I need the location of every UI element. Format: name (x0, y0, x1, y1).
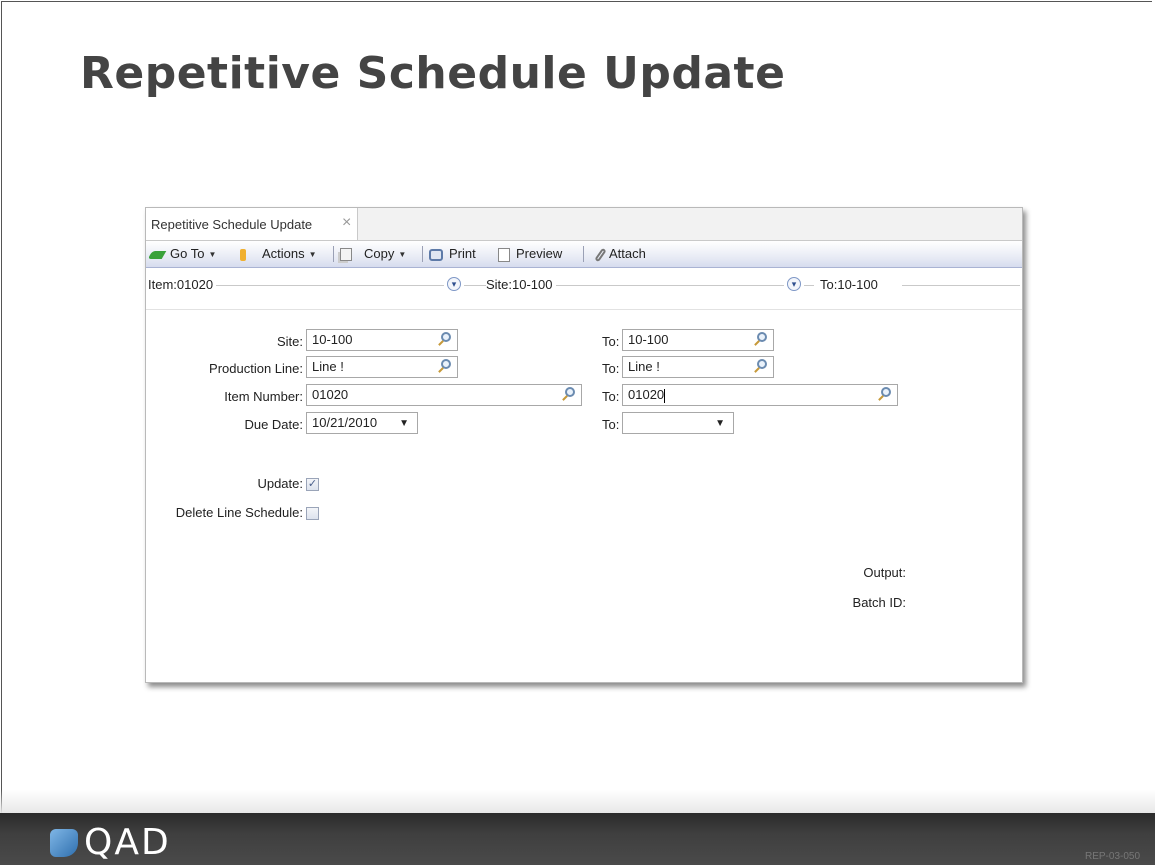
site-value: 10-100 (312, 332, 353, 347)
footer-fade (0, 790, 1155, 814)
print-button[interactable]: Print (429, 245, 476, 263)
copy-label: Copy (364, 246, 395, 261)
production-line-field[interactable]: Line ! (306, 356, 458, 378)
print-label: Print (449, 246, 476, 261)
item-number-label: Item Number: (224, 389, 303, 404)
tab-bar: Repetitive Schedule Update × (146, 208, 1022, 241)
search-icon[interactable] (881, 387, 891, 397)
summary-divider (212, 285, 444, 286)
text-cursor (664, 388, 666, 403)
attach-label: Attach (609, 246, 646, 261)
item-number-to-value: 01020 (628, 387, 665, 402)
tab-label: Repetitive Schedule Update (151, 217, 313, 232)
paperclip-icon (594, 247, 607, 262)
preview-button[interactable]: Preview (498, 245, 562, 263)
site-to-field[interactable]: 10-100 (622, 329, 774, 351)
chevron-down-icon: ▼ (208, 249, 217, 259)
app-window: Repetitive Schedule Update × Go To ▼ Acti… (145, 207, 1023, 683)
chevron-down-icon[interactable]: ▼ (399, 416, 409, 432)
summary-to: To:10-100 (820, 277, 881, 292)
actions-button[interactable]: Actions ▼ (240, 245, 317, 263)
delete-line-schedule-label: Delete Line Schedule: (175, 505, 303, 520)
search-icon[interactable] (757, 359, 767, 369)
production-line-to-label: To: (602, 361, 620, 376)
summary-divider (804, 285, 814, 286)
expand-chevron-icon[interactable]: ▾ (447, 277, 461, 291)
site-to-label: To: (602, 334, 620, 349)
item-number-to-field[interactable]: 01020 (622, 384, 898, 406)
search-icon[interactable] (565, 387, 575, 397)
form-divider (146, 309, 1022, 310)
print-icon (429, 248, 443, 261)
item-number-to-label: To: (602, 389, 620, 404)
item-number-field[interactable]: 01020 (306, 384, 582, 406)
preview-label: Preview (516, 246, 563, 261)
site-to-value: 10-100 (628, 332, 669, 347)
toolbar: Go To ▼ Actions ▼ Copy ▼ Print Preview Atta… (146, 241, 1022, 268)
production-line-label: Production Line: (209, 361, 303, 376)
close-icon[interactable]: × (342, 214, 351, 232)
output-label: Output: (863, 565, 906, 580)
expand-chevron-icon[interactable]: ▾ (787, 277, 801, 291)
summary-site: Site:10-100 (486, 277, 556, 292)
due-date-value: 10/21/2010 (312, 415, 378, 430)
summary-bar: Item:01020 ▾ Site:10-100 ▾ To:10-100 (146, 275, 1022, 293)
goto-icon (147, 250, 167, 259)
goto-button[interactable]: Go To ▼ (147, 245, 217, 263)
attach-button[interactable]: Attach (594, 245, 646, 263)
summary-divider (556, 285, 784, 286)
slide-title: Repetitive Schedule Update (80, 48, 786, 99)
search-icon[interactable] (757, 332, 767, 342)
site-field[interactable]: 10-100 (306, 329, 458, 351)
goto-label: Go To (170, 246, 205, 261)
due-date-label: Due Date: (244, 417, 303, 432)
batch-id-label: Batch ID: (852, 595, 906, 610)
item-number-value: 01020 (312, 387, 349, 402)
toolbar-separator (583, 246, 584, 262)
footer-bar (0, 813, 1155, 865)
chevron-down-icon[interactable]: ▼ (715, 416, 725, 432)
actions-icon (240, 248, 246, 261)
search-icon[interactable] (441, 359, 451, 369)
chevron-down-icon: ▼ (398, 249, 407, 259)
summary-divider (902, 285, 1020, 286)
copy-icon (340, 248, 352, 262)
actions-label: Actions (262, 246, 305, 261)
due-date-to-label: To: (602, 417, 620, 432)
copy-button[interactable]: Copy ▼ (340, 245, 406, 263)
search-icon[interactable] (441, 332, 451, 342)
due-date-to-field[interactable]: ▼ (622, 412, 734, 434)
chevron-down-icon: ▼ (308, 249, 317, 259)
toolbar-separator (333, 246, 334, 262)
delete-line-schedule-checkbox[interactable] (306, 507, 319, 520)
tab-repetitive-schedule-update[interactable]: Repetitive Schedule Update × (146, 208, 358, 240)
toolbar-separator (422, 246, 423, 262)
qad-logo-text: QAD (84, 822, 171, 863)
preview-icon (498, 247, 510, 262)
update-checkbox[interactable]: ✓ (306, 478, 319, 491)
summary-item: Item:01020 (148, 277, 217, 292)
site-label: Site: (276, 334, 303, 349)
qad-logo-icon (50, 829, 78, 857)
production-line-value: Line ! (312, 359, 344, 374)
production-line-to-field[interactable]: Line ! (622, 356, 774, 378)
due-date-field[interactable]: 10/21/2010 ▼ (306, 412, 418, 434)
document-code: REP-03-050 (1085, 851, 1141, 862)
update-label: Update: (257, 476, 303, 491)
production-line-to-value: Line ! (628, 359, 660, 374)
